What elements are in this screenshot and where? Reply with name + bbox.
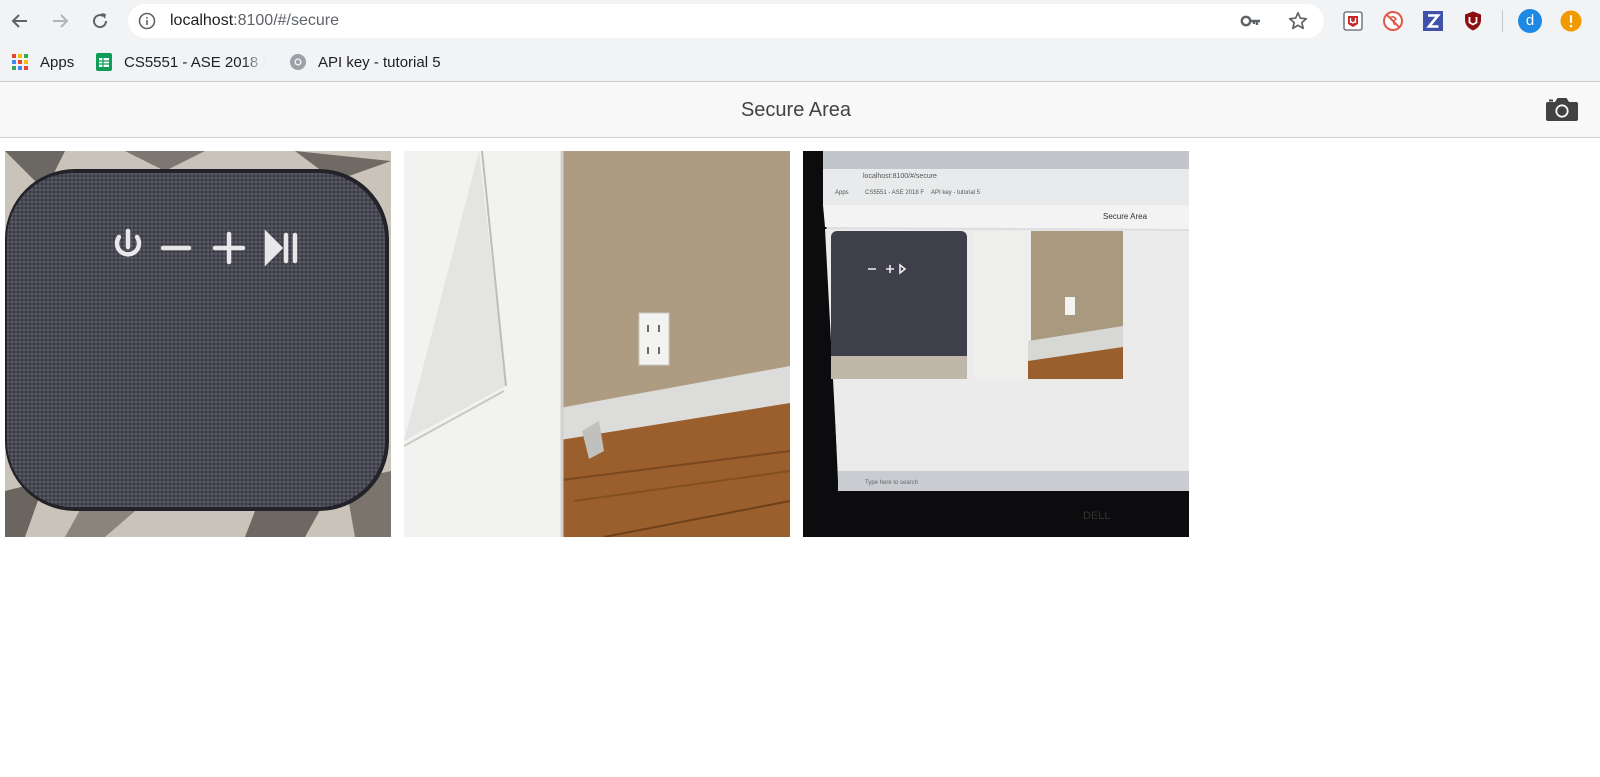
- apps-grid-icon: [12, 54, 28, 70]
- reload-icon: [93, 13, 108, 29]
- embedded-bookmark: Apps: [835, 190, 849, 196]
- key-icon[interactable]: [1240, 12, 1262, 30]
- speaker-photo: [5, 151, 391, 537]
- take-photo-button[interactable]: [1544, 94, 1580, 124]
- embedded-bookmark: API key - tutorial 5: [931, 190, 981, 196]
- url-path: :8100/#/secure: [233, 12, 340, 29]
- address-bar[interactable]: localhost:8100/#/secure: [128, 4, 1324, 38]
- blocker-extension[interactable]: [1381, 9, 1405, 33]
- bookmarks-bar: Apps CS5551 - ASE 2018 Fa API key - tuto…: [0, 42, 1600, 82]
- profile-initial: d: [1525, 12, 1535, 29]
- back-arrow-icon: [11, 14, 27, 28]
- security-extension[interactable]: [1461, 9, 1485, 33]
- door-outlet-photo: [404, 151, 790, 537]
- gallery-photo-outlet[interactable]: [404, 151, 790, 537]
- update-button[interactable]: [1559, 9, 1583, 33]
- profile-button[interactable]: d: [1518, 9, 1542, 33]
- mcafee-icon: [1343, 11, 1363, 31]
- browser-toolbar: localhost:8100/#/secure d: [0, 0, 1600, 42]
- embedded-url: localhost:8100/#/secure: [863, 173, 937, 180]
- toolbar-divider: [1502, 10, 1503, 32]
- laptop-screen-photo: localhost:8100/#/secure Apps CS5551 - AS…: [803, 151, 1189, 537]
- gallery-photo-speaker[interactable]: [5, 151, 391, 537]
- mcafee-extension[interactable]: [1341, 9, 1365, 33]
- page-title: Secure Area: [740, 99, 852, 121]
- reload-button[interactable]: [86, 7, 114, 35]
- forward-arrow-icon: [53, 14, 69, 28]
- url-host: localhost: [170, 12, 234, 29]
- bookmark-cs5551[interactable]: CS5551 - ASE 2018 Fa: [95, 52, 265, 72]
- forward-button[interactable]: [46, 7, 74, 35]
- bookmark-label: API key - tutorial 5: [318, 53, 441, 71]
- photo-gallery: localhost:8100/#/secure Apps CS5551 - AS…: [5, 151, 1195, 537]
- camera-icon: [1546, 98, 1578, 121]
- no-sign-icon: [1383, 11, 1403, 31]
- bookmark-api-key[interactable]: API key - tutorial 5: [289, 52, 441, 72]
- bookmark-label: Apps: [40, 53, 75, 71]
- update-alert-icon: [1560, 10, 1582, 32]
- gallery-photo-laptop[interactable]: localhost:8100/#/secure Apps CS5551 - AS…: [803, 151, 1189, 537]
- shield-icon: [1465, 11, 1481, 31]
- google-sheets-icon: [96, 53, 112, 71]
- zotero-extension[interactable]: [1421, 9, 1445, 33]
- embedded-title: Secure Area: [1103, 212, 1148, 221]
- label-fade: [243, 52, 265, 72]
- bookmark-star-icon[interactable]: [1288, 11, 1308, 31]
- zotero-z-icon: [1423, 11, 1443, 31]
- back-button[interactable]: [6, 7, 34, 35]
- embedded-brand: DELL: [1083, 510, 1111, 522]
- chrome-web-icon: [290, 54, 306, 70]
- url-text[interactable]: localhost:8100/#/secure: [170, 12, 339, 30]
- app-header: Secure Area: [0, 82, 1600, 138]
- embedded-bookmark: CS5551 - ASE 2018 F: [865, 190, 924, 196]
- embedded-search-placeholder: Type here to search: [865, 480, 918, 486]
- bookmark-apps[interactable]: Apps: [11, 52, 74, 72]
- site-info-icon[interactable]: [138, 12, 156, 30]
